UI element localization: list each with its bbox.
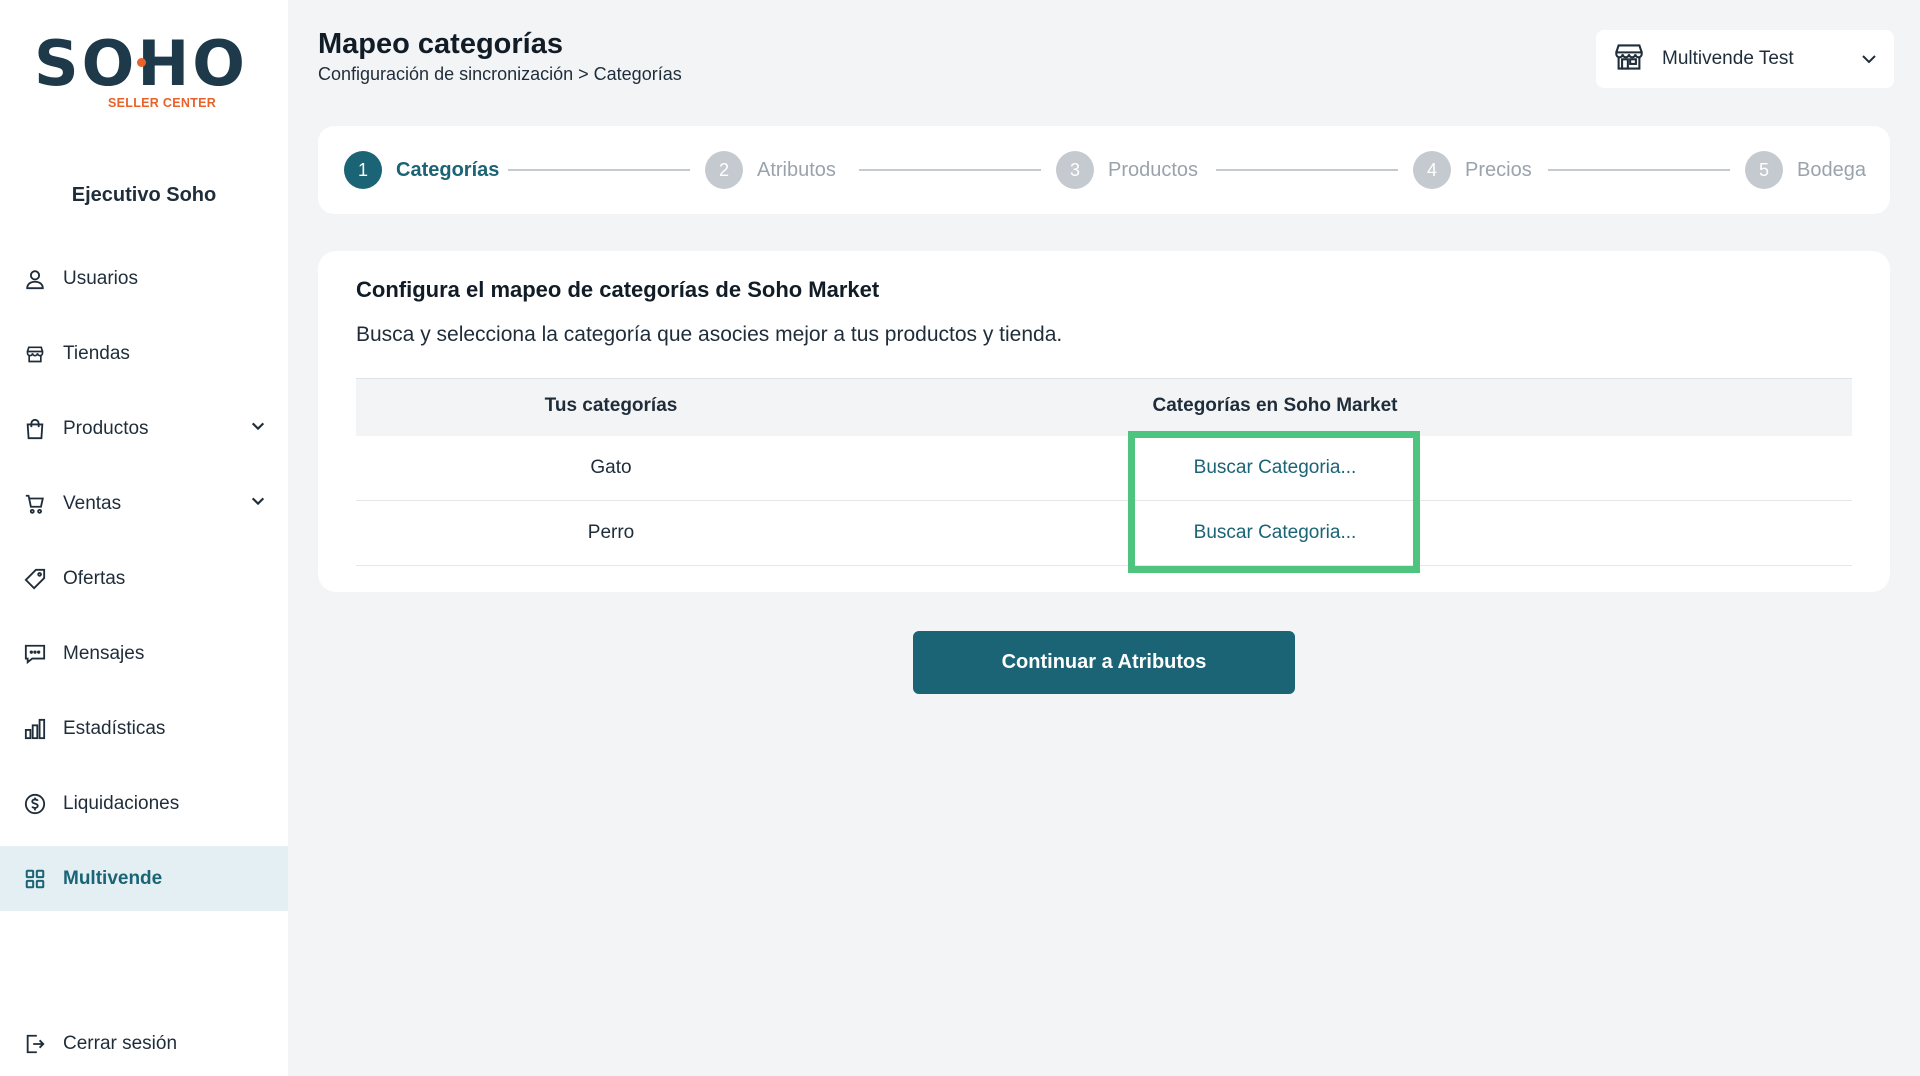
category-name: Perro (587, 522, 635, 543)
sidebar-item-liquidaciones[interactable]: Liquidaciones (0, 771, 288, 836)
chevron-down-icon[interactable] (250, 418, 266, 439)
step-number: 5 (1745, 151, 1783, 189)
logout-icon (24, 1033, 46, 1055)
bar-chart-icon (24, 718, 46, 740)
category-name: Gato (590, 457, 632, 478)
breadcrumb: Configuración de sincronización > Catego… (318, 64, 682, 84)
logo-text: SOHO (34, 27, 248, 100)
step-label: Precios (1465, 158, 1532, 181)
sidebar-item-label: Ventas (63, 492, 122, 514)
sidebar-item-label: Estadísticas (63, 717, 166, 739)
step-connector (508, 169, 690, 171)
user-icon (24, 268, 46, 290)
continue-button[interactable]: Continuar a Atributos (913, 631, 1295, 694)
chevron-down-icon (1860, 50, 1878, 73)
store-selector[interactable]: Multivende Test (1596, 30, 1894, 88)
store-icon (1614, 43, 1644, 76)
logout-label: Cerrar sesión (63, 1033, 178, 1054)
step-number: 2 (705, 151, 743, 189)
page-title: Mapeo categorías (318, 28, 563, 60)
column-header-soho-categories: Categorías en Soho Market (1152, 395, 1398, 416)
step-label: Productos (1108, 158, 1199, 181)
sync-stepper: 1 Categorías 2 Atributos 3 Productos 4 P… (318, 126, 1890, 214)
sidebar-item-ventas[interactable]: Ventas (0, 471, 288, 536)
step-number: 1 (344, 151, 382, 189)
sidebar-item-label: Multivende (63, 867, 163, 889)
chat-icon (24, 643, 46, 665)
tag-icon (24, 568, 46, 590)
store-icon (24, 343, 46, 365)
table-row: Perro Buscar Categoria... (356, 501, 1852, 566)
user-name: Ejecutivo Soho (71, 184, 217, 206)
column-header-your-categories: Tus categorías (544, 395, 678, 416)
shopping-bag-icon (24, 418, 46, 440)
step-number: 4 (1413, 151, 1451, 189)
sidebar: SOHO SELLER CENTER Ejecutivo Soho Usuari… (0, 0, 288, 1076)
card-subtitle: Busca y selecciona la categoría que asoc… (356, 323, 1063, 346)
category-table: Tus categorías Categorías en Soho Market… (356, 378, 1852, 566)
step-connector (859, 169, 1041, 171)
search-category-link[interactable]: Buscar Categoria... (1130, 457, 1420, 479)
logo-subtitle: SELLER CENTER (108, 96, 217, 110)
logo-dot (137, 58, 146, 67)
dollar-circle-icon (24, 793, 46, 815)
step-label: Atributos (757, 158, 836, 181)
sidebar-item-multivende[interactable]: Multivende (0, 846, 288, 911)
table-row: Gato Buscar Categoria... (356, 436, 1852, 501)
card-title: Configura el mapeo de categorías de Soho… (356, 277, 880, 302)
step-label: Bodega (1797, 158, 1866, 181)
soho-logo[interactable]: SOHO SELLER CENTER (34, 27, 248, 112)
search-category-link[interactable]: Buscar Categoria... (1130, 522, 1420, 544)
step-categorias[interactable]: 1 Categorías (344, 151, 499, 189)
category-mapping-card: Configura el mapeo de categorías de Soho… (318, 251, 1890, 592)
step-connector (1548, 169, 1730, 171)
sidebar-nav: Usuarios Tiendas Productos Ventas Oferta… (0, 246, 288, 921)
step-label: Categorías (396, 158, 500, 181)
sidebar-item-label: Tiendas (63, 342, 130, 364)
sidebar-item-mensajes[interactable]: Mensajes (0, 621, 288, 686)
sidebar-item-ofertas[interactable]: Ofertas (0, 546, 288, 611)
chevron-down-icon[interactable] (250, 493, 266, 514)
step-productos[interactable]: 3 Productos (1056, 151, 1198, 189)
sidebar-item-tiendas[interactable]: Tiendas (0, 321, 288, 386)
sidebar-item-label: Ofertas (63, 567, 126, 589)
sidebar-item-label: Mensajes (63, 642, 145, 664)
grid-icon (24, 868, 46, 890)
sidebar-item-label: Liquidaciones (63, 792, 180, 814)
step-bodega[interactable]: 5 Bodega (1745, 151, 1866, 189)
step-connector (1216, 169, 1398, 171)
step-number: 3 (1056, 151, 1094, 189)
sidebar-item-estadisticas[interactable]: Estadísticas (0, 696, 288, 761)
sidebar-item-usuarios[interactable]: Usuarios (0, 246, 288, 311)
sidebar-item-productos[interactable]: Productos (0, 396, 288, 461)
store-selector-label: Multivende Test (1662, 48, 1794, 69)
table-header: Tus categorías Categorías en Soho Market (356, 378, 1852, 436)
step-atributos[interactable]: 2 Atributos (705, 151, 836, 189)
cart-icon (24, 493, 46, 515)
step-precios[interactable]: 4 Precios (1413, 151, 1532, 189)
logout-button[interactable]: Cerrar sesión (0, 1012, 288, 1076)
sidebar-item-label: Productos (63, 417, 149, 439)
sidebar-item-label: Usuarios (63, 267, 138, 289)
